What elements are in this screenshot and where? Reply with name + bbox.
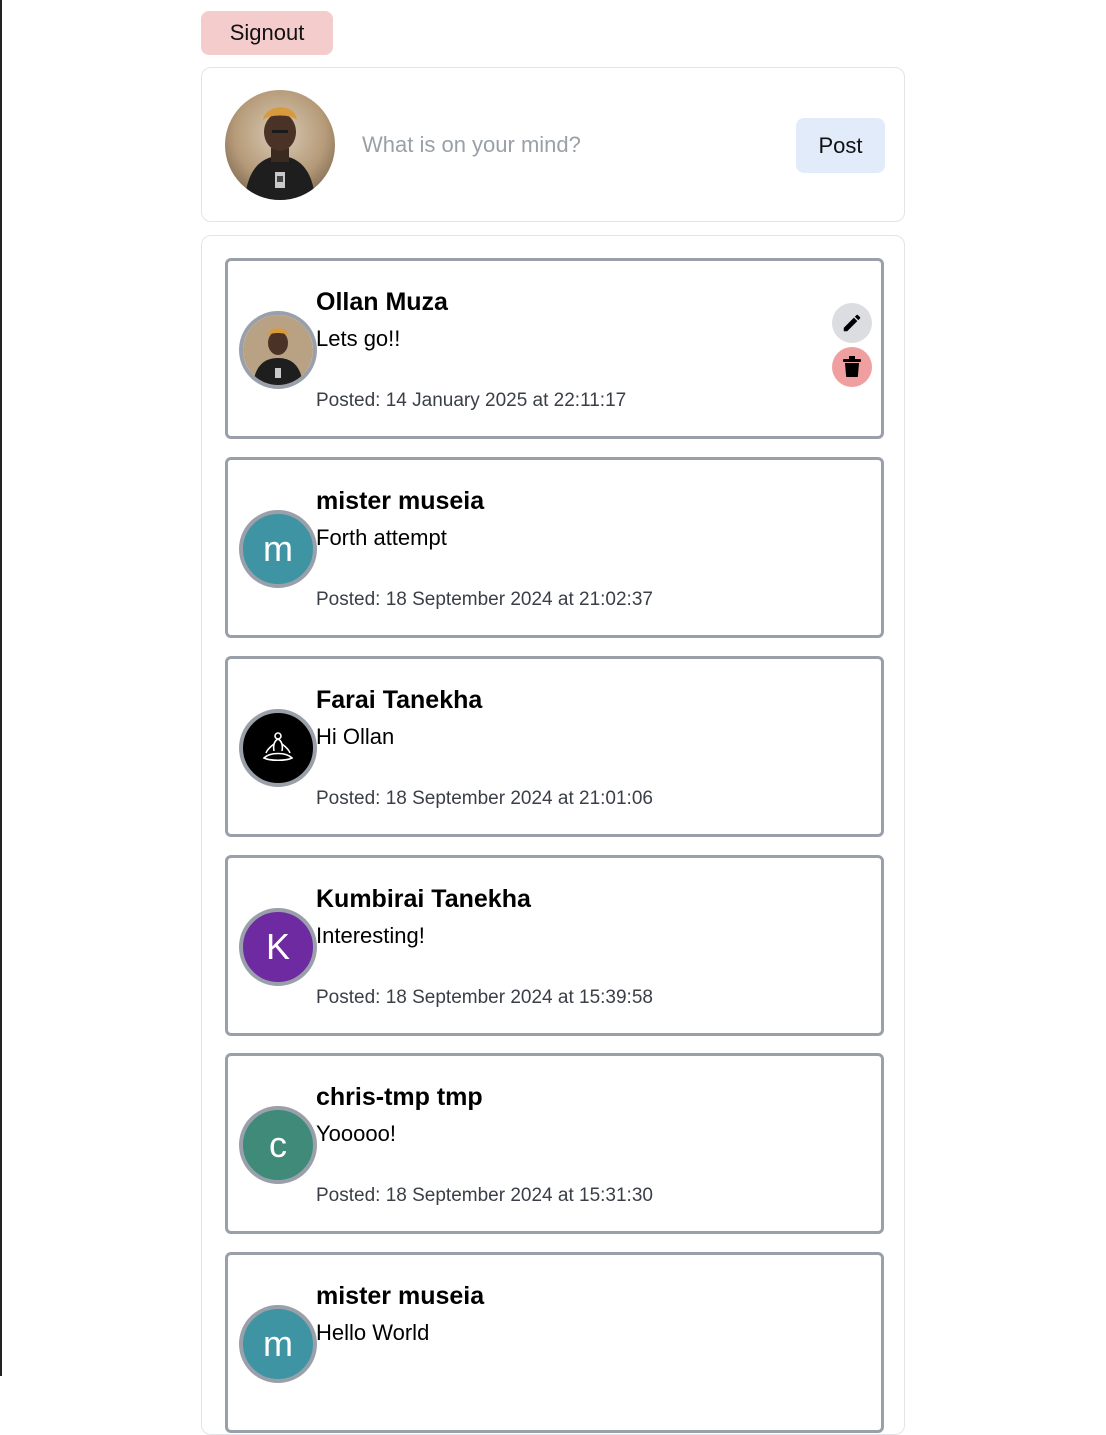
post-card: Ollan Muza Lets go!! Posted: 14 January … xyxy=(225,258,884,439)
edit-post-button[interactable] xyxy=(832,303,872,343)
post-text: Hi Ollan xyxy=(316,724,395,749)
post-author: Farai Tanekha xyxy=(316,686,483,714)
post-author: mister museia xyxy=(316,487,485,515)
author-avatar: K xyxy=(239,908,317,986)
post-timestamp: Posted: 18 September 2024 at 15:39:58 xyxy=(316,987,653,1008)
post-timestamp: Posted: 14 January 2025 at 22:11:17 xyxy=(316,390,627,411)
post-author: Kumbirai Tanekha xyxy=(316,885,531,913)
author-avatar xyxy=(239,311,317,389)
post-card: c chris-tmp tmp Yooooo! Posted: 18 Septe… xyxy=(225,1053,884,1234)
post-text: Forth attempt xyxy=(316,525,447,550)
post-card: m mister museia Hello World xyxy=(225,1252,884,1433)
pencil-icon xyxy=(843,314,861,332)
post-timestamp: Posted: 18 September 2024 at 15:31:30 xyxy=(316,1185,653,1206)
post-text: Interesting! xyxy=(316,923,425,948)
user-avatar xyxy=(225,90,335,200)
post-card: m mister museia Forth attempt Posted: 18… xyxy=(225,457,884,638)
author-avatar xyxy=(239,709,317,787)
meditation-icon xyxy=(262,732,294,762)
post-text: Hello World xyxy=(316,1320,430,1345)
post-card: Farai Tanekha Hi Ollan Posted: 18 Septem… xyxy=(225,656,884,837)
post-text: Yooooo! xyxy=(316,1121,396,1146)
post-button[interactable]: Post xyxy=(796,118,885,173)
avatar-initial: c xyxy=(269,1124,287,1165)
post-author: Ollan Muza xyxy=(316,288,448,316)
delete-post-button[interactable] xyxy=(832,347,872,387)
post-text: Lets go!! xyxy=(316,326,401,351)
post-composer: Post xyxy=(201,67,905,222)
post-text-input[interactable] xyxy=(352,120,792,170)
avatar-initial: m xyxy=(263,528,293,569)
author-avatar: m xyxy=(239,1305,317,1383)
avatar-initial: m xyxy=(263,1323,293,1364)
post-feed: Ollan Muza Lets go!! Posted: 14 January … xyxy=(201,235,905,1435)
post-author: chris-tmp tmp xyxy=(316,1083,483,1111)
trash-icon xyxy=(843,356,861,377)
avatar-initial: K xyxy=(265,926,290,967)
post-card: K Kumbirai Tanekha Interesting! Posted: … xyxy=(225,855,884,1036)
signout-button[interactable]: Signout xyxy=(201,11,333,55)
author-avatar: m xyxy=(239,510,317,588)
post-author: mister museia xyxy=(316,1282,485,1310)
user-photo xyxy=(225,90,335,200)
author-avatar: c xyxy=(239,1106,317,1184)
post-timestamp: Posted: 18 September 2024 at 21:02:37 xyxy=(316,589,653,610)
author-photo xyxy=(243,315,313,385)
post-timestamp: Posted: 18 September 2024 at 21:01:06 xyxy=(316,788,653,809)
window-edge xyxy=(0,0,2,1376)
